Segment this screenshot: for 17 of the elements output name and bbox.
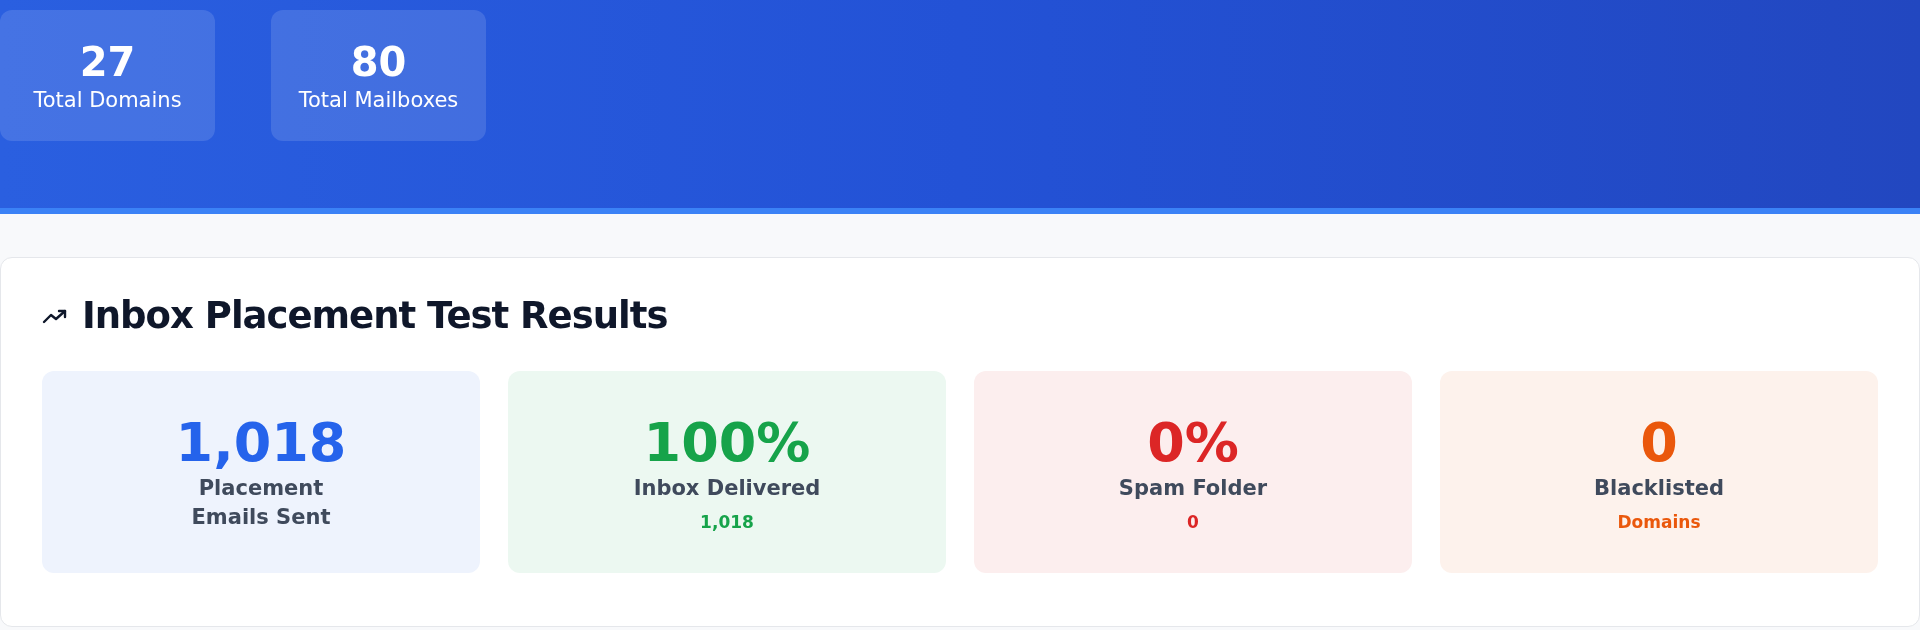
metric-label: Blacklisted: [1594, 475, 1724, 503]
metric-subtext: 1,018: [700, 511, 754, 532]
metric-label: Spam Folder: [1118, 475, 1268, 503]
stat-value: 80: [350, 39, 407, 84]
metric-label: Emails Sent: [191, 504, 331, 532]
metric-value: 1,018: [175, 411, 347, 474]
stat-label: Total Domains: [33, 87, 182, 112]
metric-value: 0: [1640, 412, 1678, 475]
metric-subtext: Domains: [1617, 511, 1701, 532]
metric-label: Inbox Delivered: [633, 475, 821, 503]
metric-label: Placement: [198, 474, 324, 502]
metric-value: 0%: [1147, 412, 1239, 475]
stat-value: 27: [79, 39, 136, 84]
section-title: Inbox Placement Test Results: [82, 294, 668, 337]
metric-value: 100%: [643, 412, 811, 475]
stat-label: Total Mailboxes: [298, 87, 459, 112]
metric-subtext: 0: [1187, 511, 1199, 532]
